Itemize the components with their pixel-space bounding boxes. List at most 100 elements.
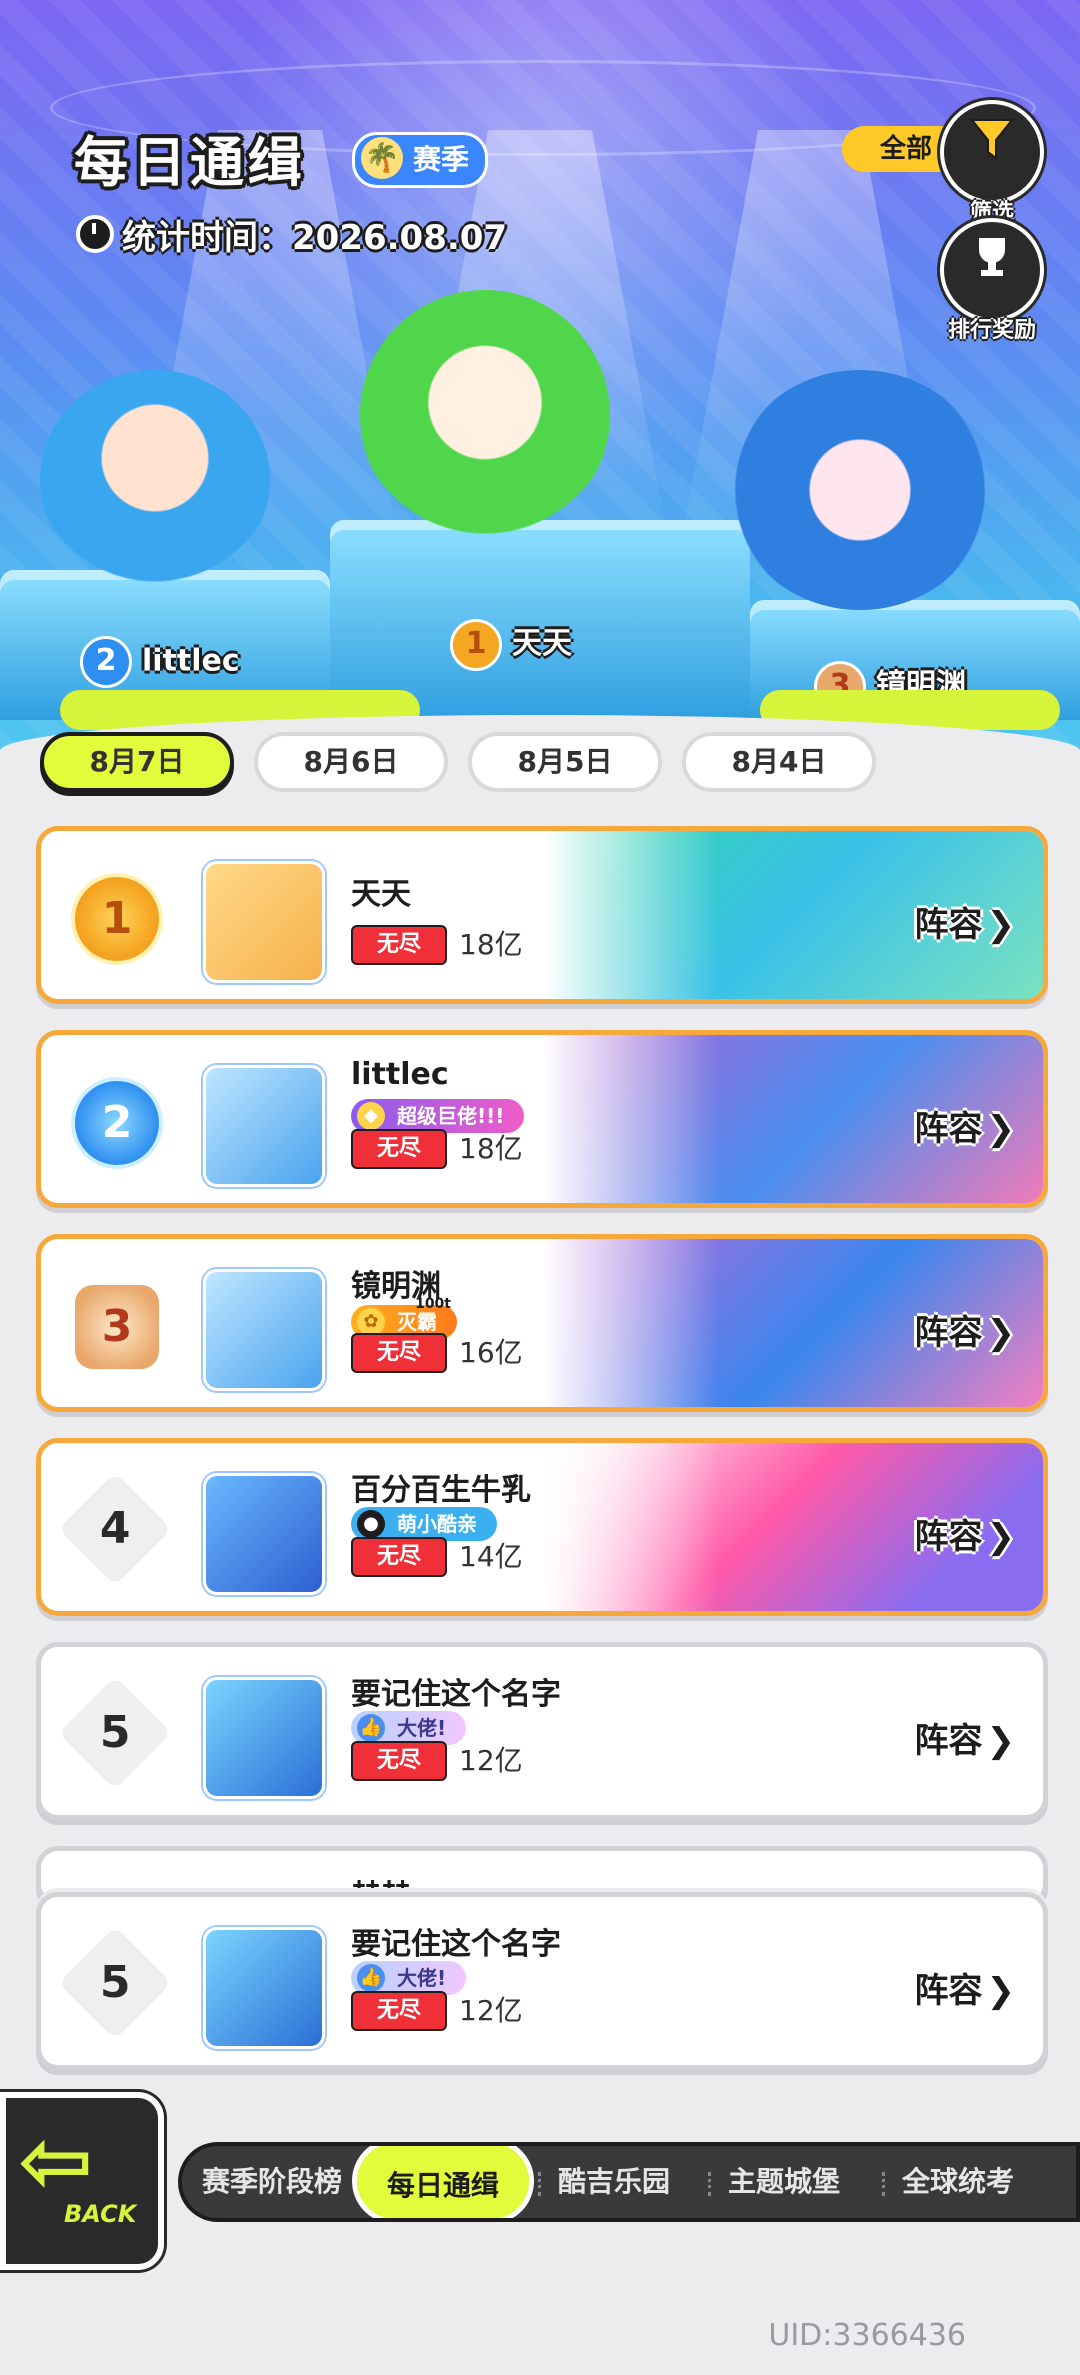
chevron-right-icon: ❯ <box>986 1313 1016 1353</box>
avatar[interactable] <box>203 1269 325 1391</box>
lineup-label: 阵容 <box>914 1313 983 1353</box>
penguin-icon: ● <box>357 1510 385 1538</box>
chevron-right-icon: ❯ <box>986 1971 1016 2011</box>
avatar[interactable] <box>203 1473 325 1595</box>
mode-badge: 无尽 <box>351 1537 447 1577</box>
trophy-icon <box>944 232 1040 293</box>
date-tabs: 8月7日 8月6日 8月5日 8月4日 <box>40 732 1040 798</box>
lineup-label: 阵容 <box>914 1971 983 2011</box>
score: 12亿 <box>459 1744 523 1777</box>
player-name: 百分百生牛乳 <box>351 1473 531 1508</box>
rank-badge-blue: 2 <box>71 1077 163 1169</box>
ranking-row[interactable]: 2 littlec ◆ 超级巨佬!!! 无尽 18亿 阵容 ❯ <box>36 1030 1048 1208</box>
podium-first-name: 天天 <box>512 626 572 661</box>
arrow-left-icon: ⇦ <box>18 2109 94 2214</box>
my-rank-row[interactable]: 5 要记住这个名字 👍 大佬! 无尽 12亿 阵容 ❯ <box>36 1892 1048 2070</box>
mode-badge: 无尽 <box>351 1741 447 1781</box>
lineup-label: 阵容 <box>914 1517 983 1557</box>
ranking-row[interactable]: 4 百分百生牛乳 ● 萌小酷亲 无尽 14亿 阵容 ❯ <box>36 1438 1048 1616</box>
medal-second-icon: 2 <box>80 636 132 688</box>
mode-badge: 无尽 <box>351 925 447 965</box>
filter-button[interactable]: 筛选 <box>940 100 1044 225</box>
lineup-label: 阵容 <box>914 1721 983 1761</box>
avatar[interactable] <box>203 1677 325 1799</box>
avatar[interactable] <box>203 1927 325 2049</box>
lineup-button[interactable]: 阵容 ❯ <box>915 897 1016 946</box>
tab-divider <box>538 2172 547 2196</box>
ranking-row[interactable]: 3 镜明渊 ✿ 灭霸 100t 无尽 16亿 阵容 ❯ <box>36 1234 1048 1412</box>
lineup-label: 阵容 <box>914 1109 983 1149</box>
chevron-right-icon: ❯ <box>986 1517 1016 1557</box>
funnel-icon <box>944 114 1040 175</box>
avatar[interactable] <box>203 861 325 983</box>
tab-daily-wanted[interactable]: 每日通缉 <box>352 2146 535 2218</box>
title-tag-text: 大佬! <box>397 1716 447 1740</box>
title-tag-text: 超级巨佬!!! <box>397 1104 505 1128</box>
date-tab-aug5[interactable]: 8月5日 <box>468 732 662 792</box>
podium-second[interactable]: 2 littlec <box>80 636 240 688</box>
ranking-row[interactable]: 1 天天 无尽 18亿 阵容 ❯ <box>36 826 1048 1004</box>
tab-divider <box>882 2172 891 2196</box>
tab-season-stage[interactable]: 赛季阶段榜 <box>202 2146 342 2218</box>
player-name: littlec <box>351 1057 449 1092</box>
back-label: BACK <box>64 2200 137 2228</box>
lineup-button[interactable]: 阵容 ❯ <box>915 1963 1016 2012</box>
player-name: 天天 <box>351 877 411 912</box>
tab-kuji-park[interactable]: 酷吉乐园 <box>558 2146 670 2218</box>
score: 18亿 <box>459 928 523 961</box>
paw-icon: ✿ <box>357 1308 385 1336</box>
podium-character-second[interactable] <box>40 370 270 590</box>
rank-number: 5 <box>99 1707 131 1758</box>
season-badge: 🌴 赛季 <box>352 132 489 188</box>
clock-icon <box>76 215 114 253</box>
date-tab-aug4[interactable]: 8月4日 <box>682 732 876 792</box>
stat-time: 统计时间：2026.08.07 <box>76 210 507 259</box>
date-tab-aug6[interactable]: 8月6日 <box>254 732 448 792</box>
bottom-tab-bar: 赛季阶段榜 每日通缉 酷吉乐园 主题城堡 全球统考 <box>178 2142 1080 2222</box>
rank-badge-bronze: 3 <box>71 1281 163 1373</box>
lineup-button[interactable]: 阵容 ❯ <box>915 1509 1016 1558</box>
title-tag: ● 萌小酷亲 <box>351 1507 497 1541</box>
title-tag-text: 大佬! <box>397 1966 447 1990</box>
score: 18亿 <box>459 1132 523 1165</box>
page-title: 每日通缉 <box>74 131 306 194</box>
podium-character-third[interactable] <box>730 370 990 610</box>
podium-first[interactable]: 1 天天 <box>450 618 572 671</box>
avatar[interactable] <box>203 1065 325 1187</box>
thumbs-up-icon: 👍 <box>357 1964 385 1992</box>
title-tag-text: 萌小酷亲 <box>397 1512 477 1536</box>
tab-theme-castle[interactable]: 主题城堡 <box>728 2146 840 2218</box>
ranking-row[interactable]: 5 要记住这个名字 👍 大佬! 无尽 12亿 阵容 ❯ <box>36 1642 1048 1820</box>
lineup-button[interactable]: 阵容 ❯ <box>915 1713 1016 1762</box>
back-button[interactable]: ⇦ BACK <box>0 2092 164 2270</box>
chevron-right-icon: ❯ <box>986 905 1016 945</box>
ranking-reward-label: 排行奖励 <box>947 318 1036 343</box>
title-tag: 👍 大佬! <box>351 1961 467 1995</box>
tab-divider <box>708 2172 717 2196</box>
podium-second-name: littlec <box>142 643 240 679</box>
mode-badge: 无尽 <box>351 1991 447 2031</box>
score: 16亿 <box>459 1336 523 1369</box>
player-name: 要记住这个名字 <box>351 1677 561 1712</box>
date-tab-aug7[interactable]: 8月7日 <box>40 732 234 792</box>
rank-number: 4 <box>99 1503 131 1554</box>
podium-character-first[interactable] <box>360 290 610 540</box>
podium-banner: 每日通缉 🌴 赛季 统计时间：2026.08.07 全部 筛选 排行奖励 1 天天… <box>0 0 1080 760</box>
title-tag: 👍 大佬! <box>351 1711 467 1745</box>
tab-global-exam[interactable]: 全球统考 <box>902 2146 1014 2218</box>
chevron-right-icon: ❯ <box>986 1109 1016 1149</box>
rank-badge-plain: 5 <box>58 1926 172 2040</box>
rank-badge-plain: 5 <box>58 1676 172 1790</box>
rank-number: 5 <box>99 1957 131 2008</box>
ranking-reward-button[interactable]: 排行奖励 <box>940 218 1044 343</box>
lineup-button[interactable]: 阵容 ❯ <box>915 1305 1016 1354</box>
lineup-button[interactable]: 阵容 ❯ <box>915 1101 1016 1150</box>
rank-badge-gold: 1 <box>71 873 163 965</box>
player-name: 要记住这个名字 <box>351 1927 561 1962</box>
lineup-label: 阵容 <box>914 905 983 945</box>
title-tag: ◆ 超级巨佬!!! <box>351 1099 525 1133</box>
mode-badge: 无尽 <box>351 1129 447 1169</box>
title-tag-caption: 100t <box>415 1296 451 1312</box>
rank-badge-plain: 4 <box>58 1472 172 1586</box>
chevron-right-icon: ❯ <box>986 1721 1016 1761</box>
